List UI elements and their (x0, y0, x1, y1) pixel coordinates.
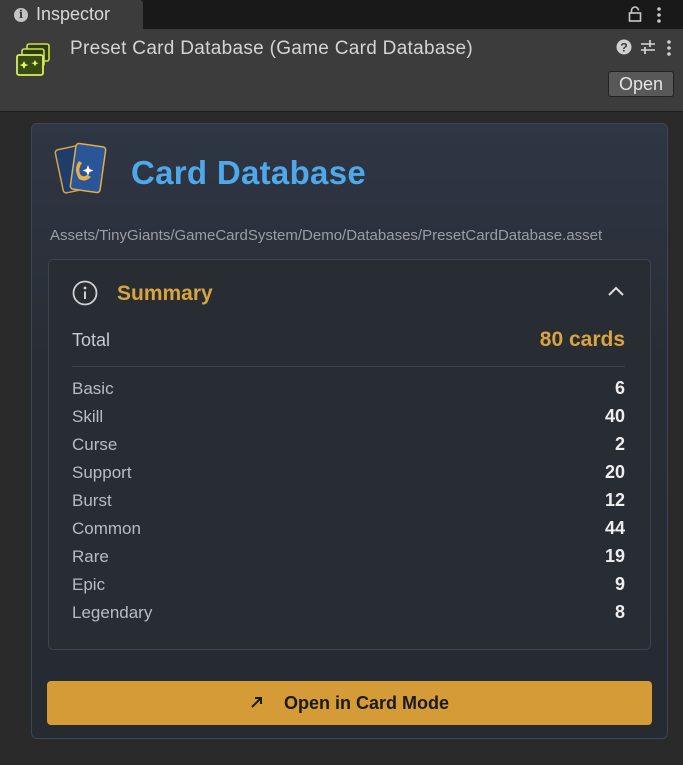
row-value: 40 (604, 406, 625, 426)
summary-row: Rare 19 (72, 545, 625, 573)
database-title: Card Database (131, 154, 366, 191)
row-value: 9 (614, 574, 625, 594)
card-logo-icon (51, 141, 113, 206)
summary-row: Common 44 (72, 517, 625, 545)
row-label: Support (72, 463, 132, 482)
row-value: 19 (604, 546, 625, 566)
chevron-up-icon[interactable] (607, 284, 625, 302)
summary-row: Burst 12 (72, 489, 625, 517)
arrow-up-right-icon (250, 693, 264, 714)
row-value: 20 (604, 462, 625, 482)
inspector-header: Preset Card Database (Game Card Database… (0, 29, 683, 112)
card-database-panel: Card Database Assets/TinyGiants/GameCard… (31, 123, 668, 739)
row-label: Basic (72, 379, 114, 398)
summary-section: Summary Total 80 cards Basic 6 Skill 40 Cu… (48, 259, 651, 650)
row-value: 8 (614, 602, 625, 622)
tab-bar: i Inspector (0, 0, 683, 29)
preset-icon[interactable] (640, 39, 656, 60)
summary-row: Legendary 8 (72, 601, 625, 629)
summary-title: Summary (117, 282, 213, 305)
summary-row: Curse 2 (72, 433, 625, 461)
summary-row: Skill 40 (72, 405, 625, 433)
summary-row: Epic 9 (72, 573, 625, 601)
row-label: Legendary (72, 603, 153, 622)
summary-row: Support 20 (72, 461, 625, 489)
kebab-menu-icon[interactable] (666, 39, 672, 62)
row-label: Epic (72, 575, 106, 594)
total-value: 80 cards (539, 328, 625, 351)
summary-row: Basic 6 (72, 377, 625, 405)
help-icon[interactable]: ? (616, 39, 632, 60)
info-icon: i (14, 7, 28, 22)
row-label: Skill (72, 407, 104, 426)
lock-icon[interactable] (628, 6, 642, 27)
tab-inspector[interactable]: i Inspector (0, 0, 143, 29)
row-label: Common (72, 519, 141, 538)
summary-rows: Basic 6 Skill 40 Curse 2 Support 20 Burst 12 … (72, 377, 625, 629)
divider (72, 366, 625, 367)
total-label: Total (72, 330, 111, 350)
row-label: Rare (72, 547, 109, 566)
kebab-menu-icon[interactable] (656, 6, 662, 29)
row-value: 44 (604, 518, 625, 538)
open-card-mode-button[interactable]: Open in Card Mode (47, 681, 652, 725)
asset-path: Assets/TinyGiants/GameCardSystem/Demo/Da… (50, 227, 603, 244)
tab-label: Inspector (36, 4, 111, 24)
row-value: 12 (604, 490, 625, 510)
row-value: 2 (614, 434, 625, 454)
row-label: Burst (72, 491, 112, 510)
info-icon (72, 280, 98, 311)
open-button[interactable]: Open (608, 71, 674, 97)
row-label: Curse (72, 435, 118, 454)
row-value: 6 (614, 378, 625, 398)
card-database-asset-icon (15, 42, 53, 83)
svg-text:?: ? (620, 41, 627, 55)
open-card-mode-label: Open in Card Mode (283, 692, 449, 713)
asset-title: Preset Card Database (Game Card Database… (70, 38, 474, 59)
